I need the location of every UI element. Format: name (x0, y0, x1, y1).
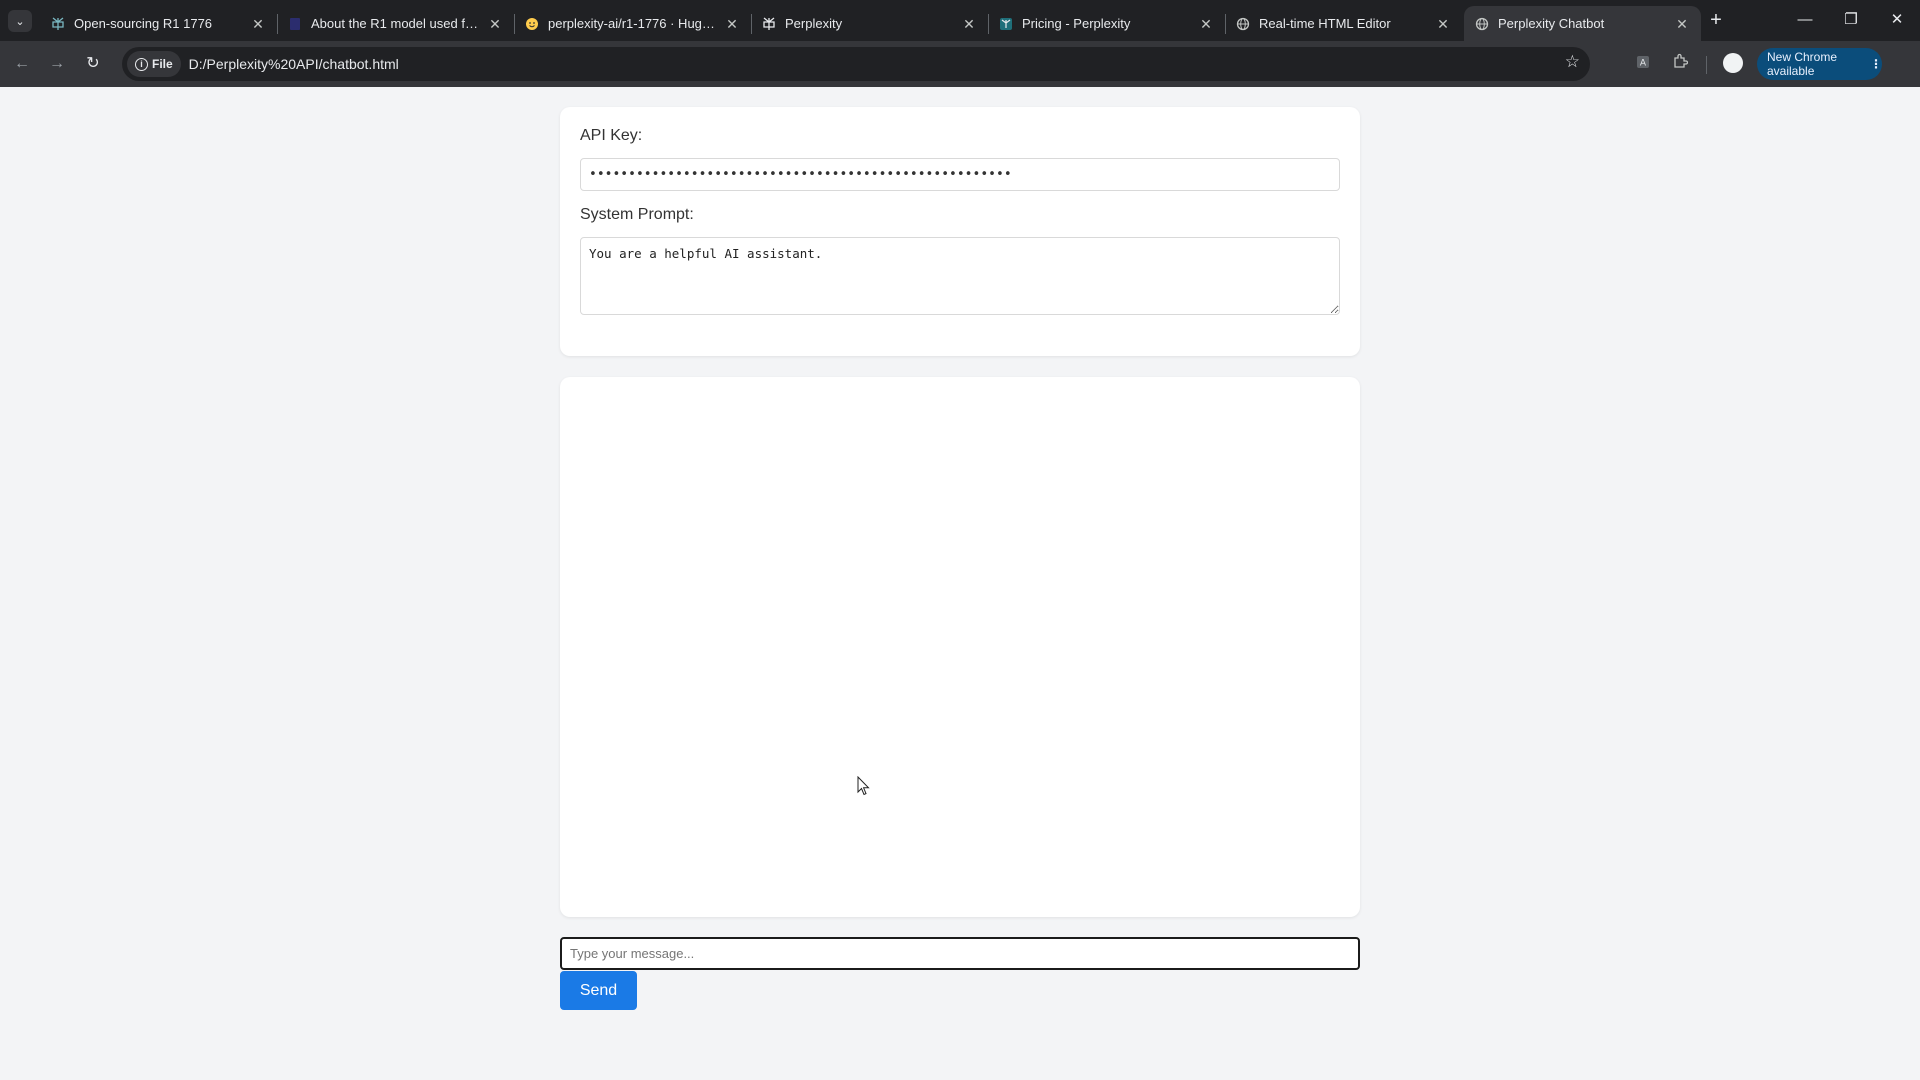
tab-hugging-face[interactable]: perplexity-ai/r1-1776 · Hugging Face ✕ (514, 6, 751, 41)
tab-pricing-perplexity[interactable]: Pricing - Perplexity ✕ (988, 6, 1225, 41)
new-chrome-available-button[interactable]: New Chrome available ⋮ (1757, 48, 1882, 80)
perplexity-icon (998, 16, 1014, 32)
restore-button[interactable]: ❐ (1836, 8, 1866, 32)
close-icon[interactable]: ✕ (1434, 15, 1452, 33)
hugging-face-icon (524, 16, 540, 32)
tab-open-sourcing-r1[interactable]: Open-sourcing R1 1776 ✕ (40, 6, 277, 41)
toolbar-divider (1706, 56, 1707, 74)
back-button[interactable]: ← (10, 52, 34, 76)
address-bar[interactable]: i File D:/Perplexity%20API/chatbot.html … (122, 47, 1590, 81)
minimize-icon: — (1797, 11, 1813, 28)
chat-messages-container[interactable] (560, 377, 1360, 917)
tab-title: perplexity-ai/r1-1776 · Hugging Face (548, 16, 717, 31)
new-tab-button[interactable]: + (1704, 9, 1728, 33)
close-window-button[interactable]: ✕ (1882, 8, 1912, 32)
extensions-icon[interactable] (1668, 52, 1692, 76)
message-input[interactable] (560, 937, 1360, 970)
close-icon[interactable]: ✕ (486, 15, 504, 33)
system-prompt-label: System Prompt: (580, 206, 694, 223)
scheme-label: File (152, 57, 173, 71)
close-icon[interactable]: ✕ (1673, 15, 1691, 33)
translate-icon[interactable]: A (1631, 52, 1655, 76)
star-icon[interactable]: ☆ (1565, 52, 1580, 72)
url-text[interactable]: D:/Perplexity%20API/chatbot.html (189, 56, 399, 72)
close-icon: ✕ (1890, 11, 1904, 28)
minimize-button[interactable]: — (1790, 8, 1820, 32)
plus-icon: + (1710, 9, 1722, 31)
settings-card: API Key: System Prompt: You are a helpfu… (560, 107, 1360, 356)
system-prompt-textarea[interactable]: You are a helpful AI assistant. (580, 237, 1340, 315)
close-icon[interactable]: ✕ (249, 15, 267, 33)
tab-about-r1-model[interactable]: About the R1 model used for Perplexity ✕ (277, 6, 514, 41)
update-label: New Chrome available (1767, 50, 1838, 78)
tab-search-button[interactable]: ⌄ (8, 10, 32, 32)
tab-title: Open-sourcing R1 1776 (74, 16, 213, 31)
arrow-left-icon: ← (14, 55, 30, 72)
tab-title: Perplexity Chatbot (1498, 16, 1605, 31)
info-icon: i (135, 57, 148, 71)
reload-button[interactable]: ↻ (81, 52, 105, 76)
tab-perplexity-chatbot[interactable]: Perplexity Chatbot ✕ (1464, 6, 1701, 41)
restore-icon: ❐ (1844, 11, 1858, 28)
close-icon[interactable]: ✕ (723, 15, 741, 33)
api-key-label: API Key: (580, 127, 643, 144)
close-icon[interactable]: ✕ (960, 15, 978, 33)
page-content: API Key: System Prompt: You are a helpfu… (0, 87, 1920, 1080)
tab-title: About the R1 model used for Perplexity (311, 16, 480, 31)
svg-text:A: A (1640, 59, 1647, 69)
document-icon (287, 16, 303, 32)
globe-icon (1235, 16, 1251, 32)
forward-button[interactable]: → (45, 52, 69, 76)
close-icon[interactable]: ✕ (1197, 15, 1215, 33)
tab-title: Perplexity (785, 16, 843, 31)
tab-real-time-html-editor[interactable]: Real-time HTML Editor ✕ (1225, 6, 1462, 41)
browser-toolbar: ← → ↻ i File D:/Perplexity%20API/chatbot… (0, 41, 1920, 87)
mouse-pointer-icon (857, 776, 870, 796)
perplexity-icon (761, 16, 777, 32)
tab-title: Real-time HTML Editor (1259, 16, 1391, 31)
send-button[interactable]: Send (560, 971, 637, 1010)
globe-icon (1474, 16, 1490, 32)
reload-icon: ↻ (86, 55, 100, 72)
browser-tab-strip: ⌄ Open-sourcing R1 1776 ✕ About the R1 m… (0, 0, 1920, 41)
perplexity-icon (50, 16, 66, 32)
more-vert-icon: ⋮ (1870, 57, 1882, 71)
api-key-input[interactable] (580, 158, 1340, 191)
chevron-down-icon: ⌄ (15, 15, 25, 28)
arrow-right-icon: → (49, 55, 65, 72)
tab-perplexity[interactable]: Perplexity ✕ (751, 6, 988, 41)
tab-title: Pricing - Perplexity (1022, 16, 1131, 31)
site-info-chip[interactable]: i File (127, 51, 181, 77)
